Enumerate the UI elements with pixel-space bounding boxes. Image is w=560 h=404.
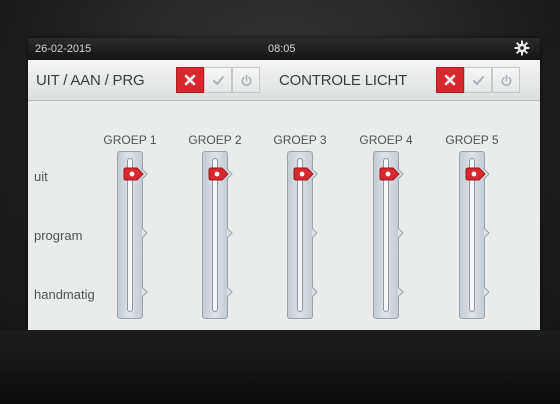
slider-knob-1[interactable] [123,167,145,181]
slider-track [297,158,303,312]
slider-knob-5[interactable] [465,167,487,181]
gear-icon[interactable] [514,40,530,56]
light-on-button[interactable] [464,67,492,93]
slider-knob-2[interactable] [208,167,230,181]
group-slider-1[interactable] [117,151,148,319]
group-title-4: GROEP 4 [359,133,413,147]
slider-detent-program [484,228,490,238]
slider-detent-handmatig [484,287,490,297]
slider-detent-program [142,228,148,238]
group-panel: uit program handmatig GROEP 1 GROEP 2 GROE… [28,101,540,330]
status-time: 08:05 [268,43,296,55]
row-label-program: program [34,228,83,243]
mode-program-button[interactable] [232,67,260,93]
status-date: 26-02-2015 [35,43,92,55]
check-icon [212,75,224,85]
row-label-uit: uit [34,169,48,184]
group-slider-2[interactable] [202,151,233,319]
slider-knob-4[interactable] [379,167,401,181]
slider-track [469,158,475,312]
status-bar: 26-02-2015 08:05 [28,38,540,60]
slider-knob-3[interactable] [293,167,315,181]
slider-detent-handmatig [398,287,404,297]
check-icon [472,75,484,85]
group-title-3: GROEP 3 [273,133,327,147]
group-slider-4[interactable] [373,151,404,319]
slider-track [383,158,389,312]
close-icon [184,74,196,86]
slider-detent-program [398,228,404,238]
device-bottom-frame [0,330,560,404]
group-title-5: GROEP 5 [445,133,499,147]
mode-off-button[interactable] [176,67,204,93]
light-control-label: CONTROLE LICHT [279,72,408,89]
slider-detent-handmatig [312,287,318,297]
power-icon [501,74,511,86]
close-icon [444,74,456,86]
slider-detent-handmatig [142,287,148,297]
slider-detent-program [312,228,318,238]
group-slider-3[interactable] [287,151,318,319]
control-toolbar: UIT / AAN / PRG CONTROLE LICHT [28,60,540,101]
slider-detent-handmatig [227,287,233,297]
light-program-button[interactable] [492,67,520,93]
group-title-2: GROEP 2 [188,133,242,147]
touch-screen: 26-02-2015 08:05 UIT / AAN / PRG CONTROL… [28,38,540,330]
mode-on-button[interactable] [204,67,232,93]
slider-detent-program [227,228,233,238]
slider-track [212,158,218,312]
power-icon [241,74,251,86]
group-slider-5[interactable] [459,151,490,319]
row-label-handmatig: handmatig [34,287,95,302]
slider-track [127,158,133,312]
group-title-1: GROEP 1 [103,133,157,147]
light-off-button[interactable] [436,67,464,93]
mode-label: UIT / AAN / PRG [36,72,145,89]
